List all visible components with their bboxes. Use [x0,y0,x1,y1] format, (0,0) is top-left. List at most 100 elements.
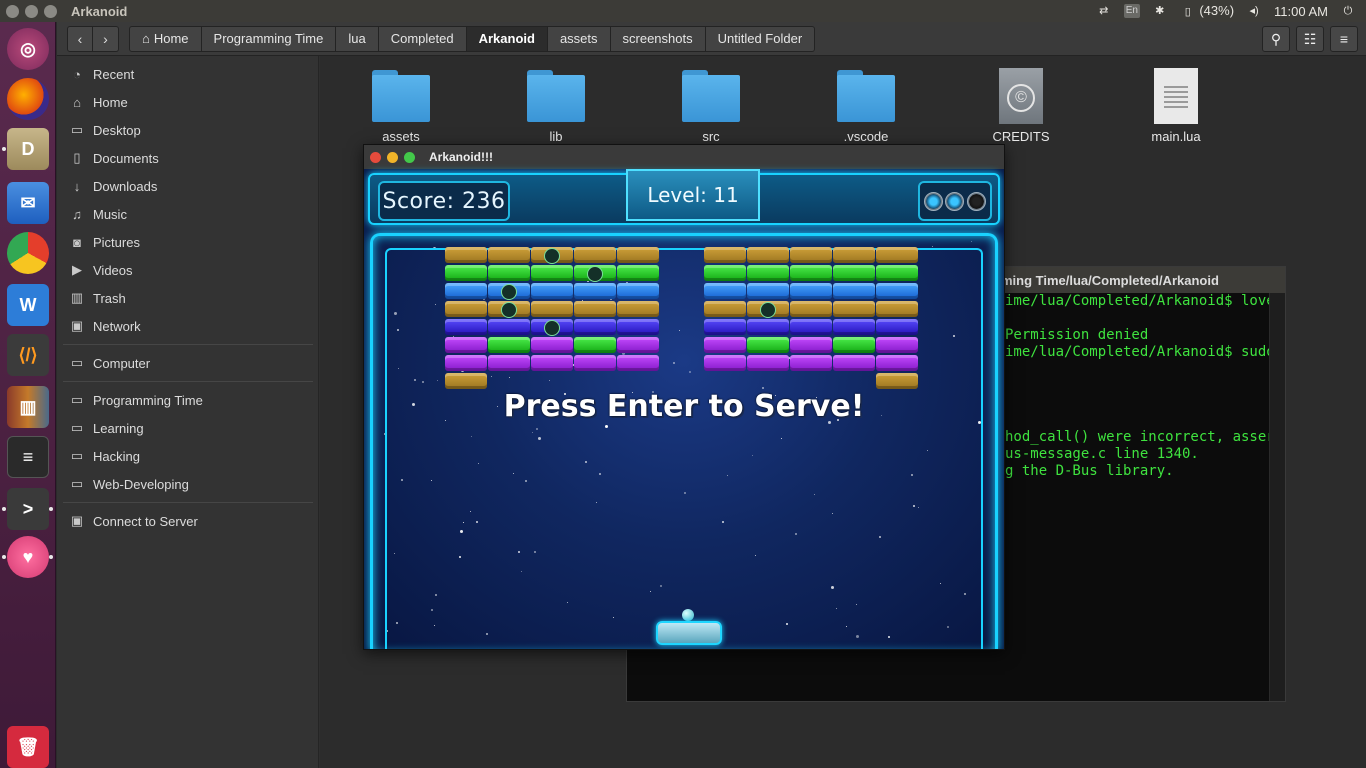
sidebar-item-network[interactable]: ▣ Network [57,314,319,338]
arkanoid-game-window: Arkanoid!!! Score: 236 Level: 11 Press E… [363,144,1005,650]
menu-icon[interactable]: ≡ [1330,26,1358,52]
crumb-arkanoid[interactable]: Arkanoid [466,25,548,52]
sidebar-item-hacking[interactable]: ▭ Hacking [57,444,319,468]
maximize-window-button[interactable] [404,151,415,163]
close-window-button[interactable] [6,4,19,18]
sidebar-item-programming-time[interactable]: ▭ Programming Time [57,388,319,412]
terminal-icon[interactable]: > [7,488,49,530]
file-item-vscode[interactable]: .vscode [816,70,916,144]
battery-indicator[interactable]: ▯ (43%) [1180,3,1234,19]
file-item-assets[interactable]: assets [351,70,451,144]
sidebar-item-web-developing[interactable]: ▭ Web-Developing [57,472,319,496]
sidebar-item-recent[interactable]: ◔ Recent [57,62,319,86]
crumb-home[interactable]: ⌂ Home [129,25,202,52]
sidebar-item-desktop[interactable]: ▭ Desktop [57,118,319,142]
sidebar: ◔ Recent ⌂ Home ▭ Desktop ▯ Documents ↓ Downl… [57,56,319,768]
sidebar-divider [63,502,313,503]
terminal-scrollbar[interactable] [1269,293,1285,701]
sidebar-item-videos[interactable]: ▶ Videos [57,258,319,282]
volume-icon[interactable]: ◂) [1246,4,1262,18]
list-view-icon[interactable]: ☷ [1296,26,1324,52]
folder-icon: ▭ [70,448,84,463]
sidebar-item-connect-to-server[interactable]: ▣ Connect to Server [57,509,319,533]
crumb-completed[interactable]: Completed [378,25,467,52]
close-window-button[interactable] [370,151,381,163]
clock[interactable]: 11:00 AM [1274,4,1328,19]
bluetooth-icon[interactable]: ✱ [1152,4,1168,18]
brick [704,247,746,263]
sidebar-item-documents[interactable]: ▯ Documents [57,146,319,170]
folder-icon [682,70,740,122]
chrome-icon[interactable] [7,232,49,274]
video-icon: ▶ [72,262,82,277]
back-button[interactable]: ‹ [67,25,93,52]
running-indicator [2,555,6,559]
crumb-untitled-folder[interactable]: Untitled Folder [705,25,816,52]
sidebar-item-trash[interactable]: ▥ Trash [57,286,319,310]
brick [790,247,832,263]
key-brick [531,247,573,264]
heart-app-icon[interactable]: ♥ [7,536,49,578]
brick [445,301,487,317]
brick [531,283,573,299]
game-titlebar: Arkanoid!!! [364,145,1004,169]
file-item-src[interactable]: src [661,70,761,144]
library-icon[interactable]: ▥ [7,386,49,428]
brick [833,283,875,299]
files-icon[interactable]: D [7,128,49,170]
ubuntu-icon[interactable]: ◎ [7,28,49,70]
brick [876,247,918,263]
brick [531,265,573,281]
file-item-lib[interactable]: lib [506,70,606,144]
crumb-programming-time[interactable]: Programming Time [201,25,337,52]
wps-writer-icon[interactable]: W [7,284,49,326]
game-playfield[interactable]: Score: 236 Level: 11 Press Enter to Serv… [364,169,1004,649]
terminal-line: ime/lua/Completed/Arkanoid$ love [1005,293,1275,309]
sidebar-item-downloads[interactable]: ↓ Downloads [57,174,319,198]
brick [790,337,832,353]
server-icon[interactable]: ≡ [7,436,49,478]
brick [445,337,487,353]
brick [704,265,746,281]
trash-icon: ▥ [70,290,84,305]
sidebar-item-music[interactable]: ♫ Music [57,202,319,226]
active-window-title: Arkanoid [71,3,128,19]
crumb-assets[interactable]: assets [547,25,611,52]
forward-button[interactable]: › [93,25,119,52]
file-item-credits[interactable]: © CREDITS [971,68,1071,144]
mail-icon[interactable]: ✉ [7,182,49,224]
vscode-icon[interactable]: ⟨/⟩ [7,334,49,376]
running-indicator [2,507,6,511]
terminal-line: g the D-Bus library. [1005,463,1174,479]
brick [790,301,832,317]
network-icon[interactable]: ⇄ [1096,4,1112,18]
file-item-main-lua[interactable]: main.lua [1126,68,1226,144]
sidebar-item-learning[interactable]: ▭ Learning [57,416,319,440]
minimize-window-button[interactable] [25,4,38,18]
minimize-window-button[interactable] [387,151,398,163]
crumb-screenshots[interactable]: screenshots [610,25,706,52]
keyboard-language-indicator[interactable]: En [1123,4,1140,18]
score-display: Score: 236 [378,181,510,221]
brick [445,355,487,371]
home-icon: ⌂ [73,94,81,110]
copyright-file-icon: © [999,68,1043,124]
running-indicator [2,147,6,151]
sidebar-item-home[interactable]: ⌂ Home [57,90,319,114]
firefox-icon[interactable] [7,78,49,120]
brick [747,355,789,371]
crumb-lua[interactable]: lua [336,25,379,52]
trash-icon[interactable]: 🗑 [7,726,49,768]
brick [617,247,659,263]
brick [531,301,573,317]
battery-percent: (43%) [1199,3,1235,18]
maximize-window-button[interactable] [44,4,57,18]
power-settings-icon[interactable]: ⏻ [1340,4,1356,18]
battery-icon: ▯ [1184,6,1191,18]
brick [833,319,875,335]
search-icon[interactable]: ⚲ [1262,26,1290,52]
sidebar-item-pictures[interactable]: ◙ Pictures [57,230,319,254]
brick [876,265,918,281]
sidebar-item-computer[interactable]: ▭ Computer [57,351,319,375]
sidebar-divider [63,344,313,345]
